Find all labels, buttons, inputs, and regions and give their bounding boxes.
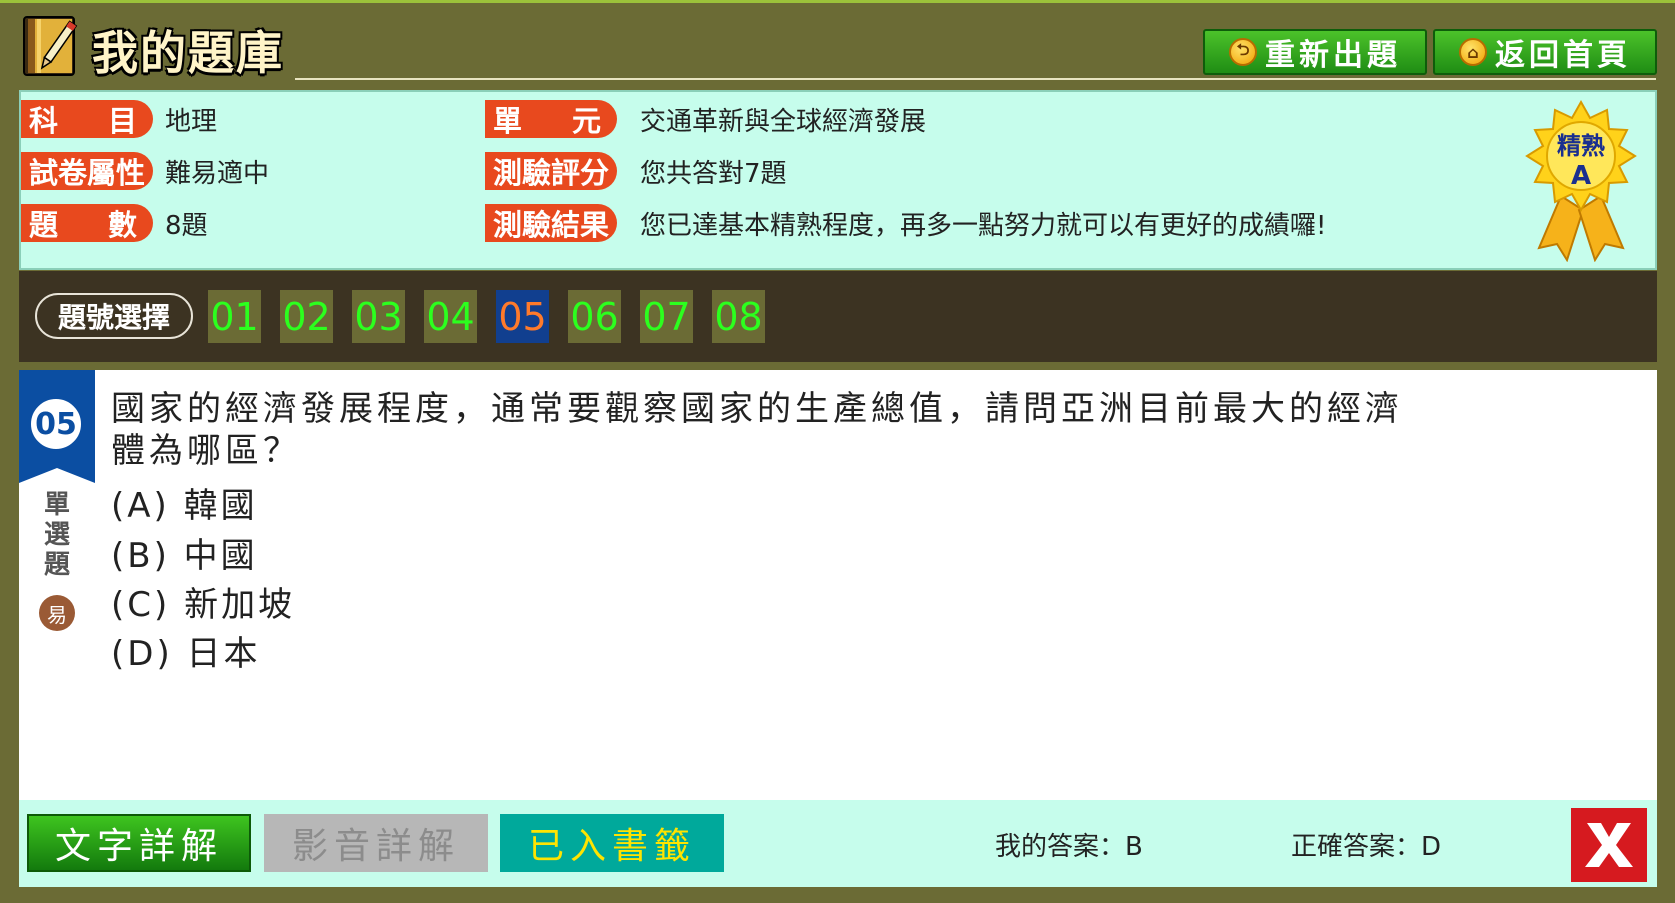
correct-answer: 正確答案：D bbox=[1291, 832, 1442, 862]
unit-tag-1: 單 bbox=[493, 104, 523, 138]
attribute-value: 難易適中 bbox=[165, 158, 270, 189]
option-b: (B) 中國 bbox=[111, 536, 258, 576]
return-icon: ⮌ bbox=[1229, 38, 1257, 66]
result-value: 您已達基本精熟程度，再多一點努力就可以有更好的成績囉! bbox=[640, 210, 1327, 241]
question-number-01[interactable]: 01 bbox=[208, 290, 261, 343]
count-tag-1: 題 bbox=[29, 208, 59, 242]
question-number-05[interactable]: 05 bbox=[496, 290, 549, 343]
my-answer: 我的答案：B bbox=[995, 832, 1143, 862]
question-number-03[interactable]: 03 bbox=[352, 290, 405, 343]
result-tag: 測驗結果 bbox=[485, 204, 617, 242]
title-divider bbox=[295, 78, 1656, 80]
reset-quiz-label: 重新出題 bbox=[1265, 38, 1401, 73]
subject-tag-1: 科 bbox=[29, 104, 59, 138]
video-explanation-button[interactable]: 影音詳解 bbox=[264, 814, 488, 872]
option-d: (D) 日本 bbox=[111, 634, 261, 674]
question-number-07[interactable]: 07 bbox=[640, 290, 693, 343]
subject-tag-2: 目 bbox=[107, 104, 137, 138]
subject-tag: 科目 bbox=[21, 100, 153, 138]
count-tag-2: 數 bbox=[107, 208, 137, 242]
close-button[interactable] bbox=[1571, 808, 1647, 882]
home-icon: ⌂ bbox=[1459, 38, 1487, 66]
score-value: 您共答對7題 bbox=[640, 158, 787, 189]
mastery-medal-icon: 精熟 A bbox=[1525, 99, 1637, 262]
unit-tag: 單元 bbox=[485, 100, 617, 138]
question-panel: 05 單選題 易 國家的經濟發展程度，通常要觀察國家的生產總值，請問亞洲目前最大… bbox=[19, 370, 1657, 800]
bookmark-button[interactable]: 已入書籤 bbox=[500, 814, 724, 872]
app-title: 我的題庫 bbox=[92, 26, 284, 80]
count-value: 8題 bbox=[165, 210, 208, 241]
home-label: 返回首頁 bbox=[1495, 38, 1631, 73]
answer-bar: 文字詳解 影音詳解 已入書籤 我的答案：B 正確答案：D bbox=[19, 800, 1657, 887]
subject-value: 地理 bbox=[165, 106, 218, 137]
question-text: 國家的經濟發展程度，通常要觀察國家的生產總值，請問亞洲目前最大的經濟體為哪區？ bbox=[111, 389, 1403, 471]
notebook-pencil-icon bbox=[23, 16, 78, 76]
question-number-02[interactable]: 02 bbox=[280, 290, 333, 343]
close-icon bbox=[1585, 823, 1633, 867]
question-number-08[interactable]: 08 bbox=[712, 290, 765, 343]
unit-value: 交通革新與全球經濟發展 bbox=[640, 106, 927, 137]
medal-line1: 精熟 bbox=[1557, 132, 1605, 160]
reset-quiz-button[interactable]: ⮌ 重新出題 bbox=[1203, 29, 1427, 75]
question-number-04[interactable]: 04 bbox=[424, 290, 477, 343]
question-number-nav: 題號選擇 01 02 03 04 05 06 07 08 bbox=[19, 271, 1657, 362]
attribute-tag: 試卷屬性 bbox=[21, 152, 153, 190]
unit-tag-2: 元 bbox=[571, 104, 601, 138]
score-tag: 測驗評分 bbox=[485, 152, 617, 190]
quiz-info-panel: 科目 地理 試卷屬性 難易適中 題數 8題 單元 交通革新與全球經濟發展 測驗評… bbox=[19, 90, 1657, 270]
count-tag: 題數 bbox=[21, 204, 153, 242]
question-number-06[interactable]: 06 bbox=[568, 290, 621, 343]
text-explanation-button[interactable]: 文字詳解 bbox=[27, 814, 251, 872]
medal-line2: A bbox=[1571, 161, 1591, 191]
option-c: (C) 新加坡 bbox=[111, 585, 296, 625]
home-button[interactable]: ⌂ 返回首頁 bbox=[1433, 29, 1657, 75]
difficulty-badge: 易 bbox=[39, 595, 75, 631]
question-number-badge: 05 bbox=[28, 396, 84, 452]
question-type: 單選題 bbox=[43, 490, 70, 580]
question-select-label: 題號選擇 bbox=[35, 293, 193, 339]
option-a: (A) 韓國 bbox=[111, 486, 258, 526]
